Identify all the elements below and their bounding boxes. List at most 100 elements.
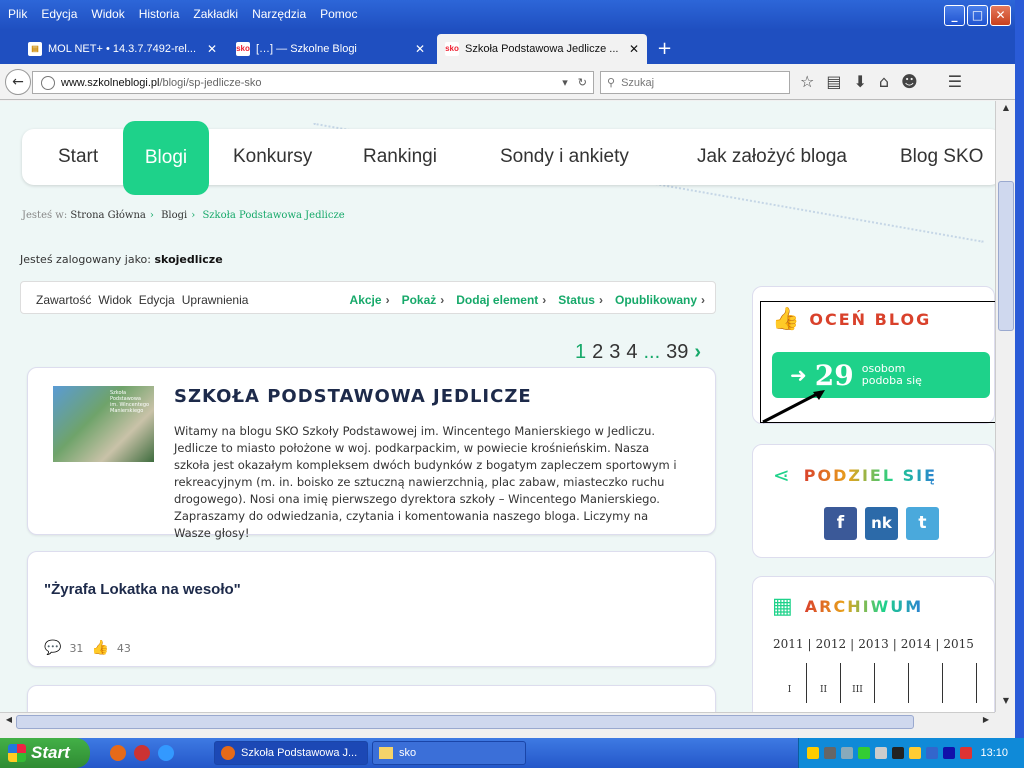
reading-list-icon[interactable]: ▤ [826, 72, 841, 91]
tray-app-icon[interactable] [892, 747, 904, 759]
scroll-left-icon[interactable]: ◀ [2, 715, 16, 729]
nav-rankingi[interactable]: Rankingi [363, 146, 437, 168]
year-2014[interactable]: 2014 [901, 637, 932, 651]
scroll-right-icon[interactable]: ▶ [979, 715, 993, 729]
menu-item-1[interactable]: Edycja [41, 7, 77, 21]
close-icon[interactable]: ✕ [415, 42, 425, 56]
new-tab-button[interactable]: + [657, 38, 672, 59]
month-4[interactable] [875, 663, 909, 703]
scroll-thumb-h[interactable] [16, 715, 914, 729]
scroll-down-icon[interactable]: ▼ [998, 696, 1014, 710]
url-bar[interactable]: www.szkolneblogi.pl/blogi/sp-jedlicze-sk… [32, 71, 594, 94]
search-input[interactable]: ⚲ Szukaj [600, 71, 790, 94]
tray-app-icon[interactable] [858, 747, 870, 759]
close-icon[interactable]: ✕ [207, 42, 217, 56]
menu-item-5[interactable]: Narzędzia [252, 7, 306, 21]
tray-app-icon[interactable] [909, 747, 921, 759]
minimize-button[interactable]: _ [944, 5, 965, 26]
tab-szkolne-blogi[interactable]: sko […] — Szkolne Blogi ✕ [228, 34, 433, 64]
post-card[interactable]: "Żyrafa Lokatka na wesoło" 💬 31 👍 43 [27, 551, 716, 667]
nk-icon[interactable]: nk [865, 507, 898, 540]
menu-icon[interactable]: ☰ [948, 72, 962, 91]
page-3[interactable]: 3 [609, 341, 620, 364]
school-photo: Szkoła Podstawowa im. Wincentego Maniers… [53, 386, 154, 462]
vertical-scrollbar[interactable]: ▲ ▼ [995, 101, 1015, 712]
dropdown-icon[interactable]: ▾ [562, 76, 568, 89]
toolbar-edycja[interactable]: Edycja [139, 293, 175, 307]
nav-jak-zalozyc[interactable]: Jak założyć bloga [697, 146, 847, 168]
year-2012[interactable]: 2012 [816, 637, 847, 651]
month-2[interactable]: II [807, 663, 841, 703]
close-button[interactable]: ✕ [990, 5, 1011, 26]
download-icon[interactable]: ⬇ [853, 72, 866, 91]
year-2013[interactable]: 2013 [858, 637, 889, 651]
breadcrumb-home[interactable]: Strona Główna [70, 210, 145, 221]
menu-item-6[interactable]: Pomoc [320, 7, 357, 21]
task-firefox[interactable]: Szkoła Podstawowa J... [214, 741, 368, 765]
toolbar-uprawnienia[interactable]: Uprawnienia [182, 293, 249, 307]
month-1[interactable]: I [773, 663, 807, 703]
post-title[interactable]: "Żyrafa Lokatka na wesoło" [44, 581, 241, 598]
archive-box: ▦ ARCHIWUM 2011 | 2012 | 2013 | 2014 | 2… [752, 576, 995, 712]
page-1[interactable]: 1 [575, 341, 586, 364]
toolbar-status[interactable]: Status › [558, 293, 603, 307]
month-6[interactable] [943, 663, 977, 703]
ie-icon[interactable] [158, 745, 174, 761]
nav-sondy[interactable]: Sondy i ankiety [500, 146, 629, 168]
next-page-icon[interactable]: › [694, 341, 701, 364]
maximize-button[interactable]: □ [967, 5, 988, 26]
nav-start[interactable]: Start [58, 146, 98, 168]
smiley-icon[interactable]: ☻ [901, 72, 918, 91]
menu-item-4[interactable]: Zakładki [193, 7, 238, 21]
speaker-icon[interactable] [824, 747, 836, 759]
toolbar-zawartosc[interactable]: Zawartość [36, 293, 91, 307]
tray-app-icon[interactable] [926, 747, 938, 759]
bookmark-star-icon[interactable]: ☆ [800, 72, 814, 91]
username: skojedlicze [154, 253, 223, 266]
next-post-card[interactable] [27, 685, 716, 712]
month-3[interactable]: III [841, 663, 875, 703]
page-2[interactable]: 2 [592, 341, 603, 364]
menu-item-3[interactable]: Historia [139, 7, 180, 21]
start-button[interactable]: Start [0, 738, 90, 768]
scroll-up-icon[interactable]: ▲ [998, 103, 1014, 117]
tray-app-icon[interactable] [960, 747, 972, 759]
url-text: www.szkolneblogi.pl/blogi/sp-jedlicze-sk… [61, 76, 262, 89]
breadcrumb-blogi[interactable]: Blogi [161, 210, 187, 221]
close-icon[interactable]: ✕ [629, 42, 639, 56]
tray-app-icon[interactable] [875, 747, 887, 759]
tray-app-icon[interactable] [943, 747, 955, 759]
task-sko-folder[interactable]: sko [372, 741, 526, 765]
calendar-icon: ▦ [772, 594, 793, 619]
back-button[interactable]: ← [5, 69, 31, 95]
scroll-thumb[interactable] [998, 181, 1014, 331]
firefox-icon[interactable] [110, 745, 126, 761]
tab-molnet[interactable]: ▤ MOL NET+ • 14.3.7.7492-rel... ✕ [20, 34, 225, 64]
month-5[interactable] [909, 663, 943, 703]
year-2015[interactable]: 2015 [943, 637, 974, 651]
tab-sp-jedlicze[interactable]: sko Szkoła Podstawowa Jedlicze ... ✕ [437, 34, 647, 64]
menu-item-0[interactable]: Plik [8, 7, 27, 21]
home-icon[interactable]: ⌂ [879, 72, 889, 91]
toolbar-akcje[interactable]: Akcje › [350, 293, 390, 307]
shield-icon[interactable] [807, 747, 819, 759]
page-last[interactable]: 39 [666, 341, 688, 364]
reload-icon[interactable]: ↻ [578, 76, 587, 89]
horizontal-scrollbar[interactable]: ◀ ▶ [0, 712, 995, 730]
twitter-icon[interactable]: t [906, 507, 939, 540]
folder-icon [379, 747, 393, 759]
nav-blogi[interactable]: Blogi [123, 121, 209, 195]
toolbar-opublikowany[interactable]: Opublikowany › [615, 293, 705, 307]
toolbar-widok[interactable]: Widok [98, 293, 131, 307]
menu-item-2[interactable]: Widok [91, 7, 124, 21]
facebook-icon[interactable]: f [824, 507, 857, 540]
network-icon[interactable] [841, 747, 853, 759]
annotation-box [760, 301, 995, 424]
nav-konkursy[interactable]: Konkursy [233, 146, 312, 168]
page-4[interactable]: 4 [626, 341, 637, 364]
nav-blog-sko[interactable]: Blog SKO [900, 146, 983, 168]
year-2011[interactable]: 2011 [773, 637, 804, 651]
opera-icon[interactable] [134, 745, 150, 761]
toolbar-dodaj-element[interactable]: Dodaj element › [456, 293, 546, 307]
toolbar-pokaz[interactable]: Pokaż › [402, 293, 445, 307]
